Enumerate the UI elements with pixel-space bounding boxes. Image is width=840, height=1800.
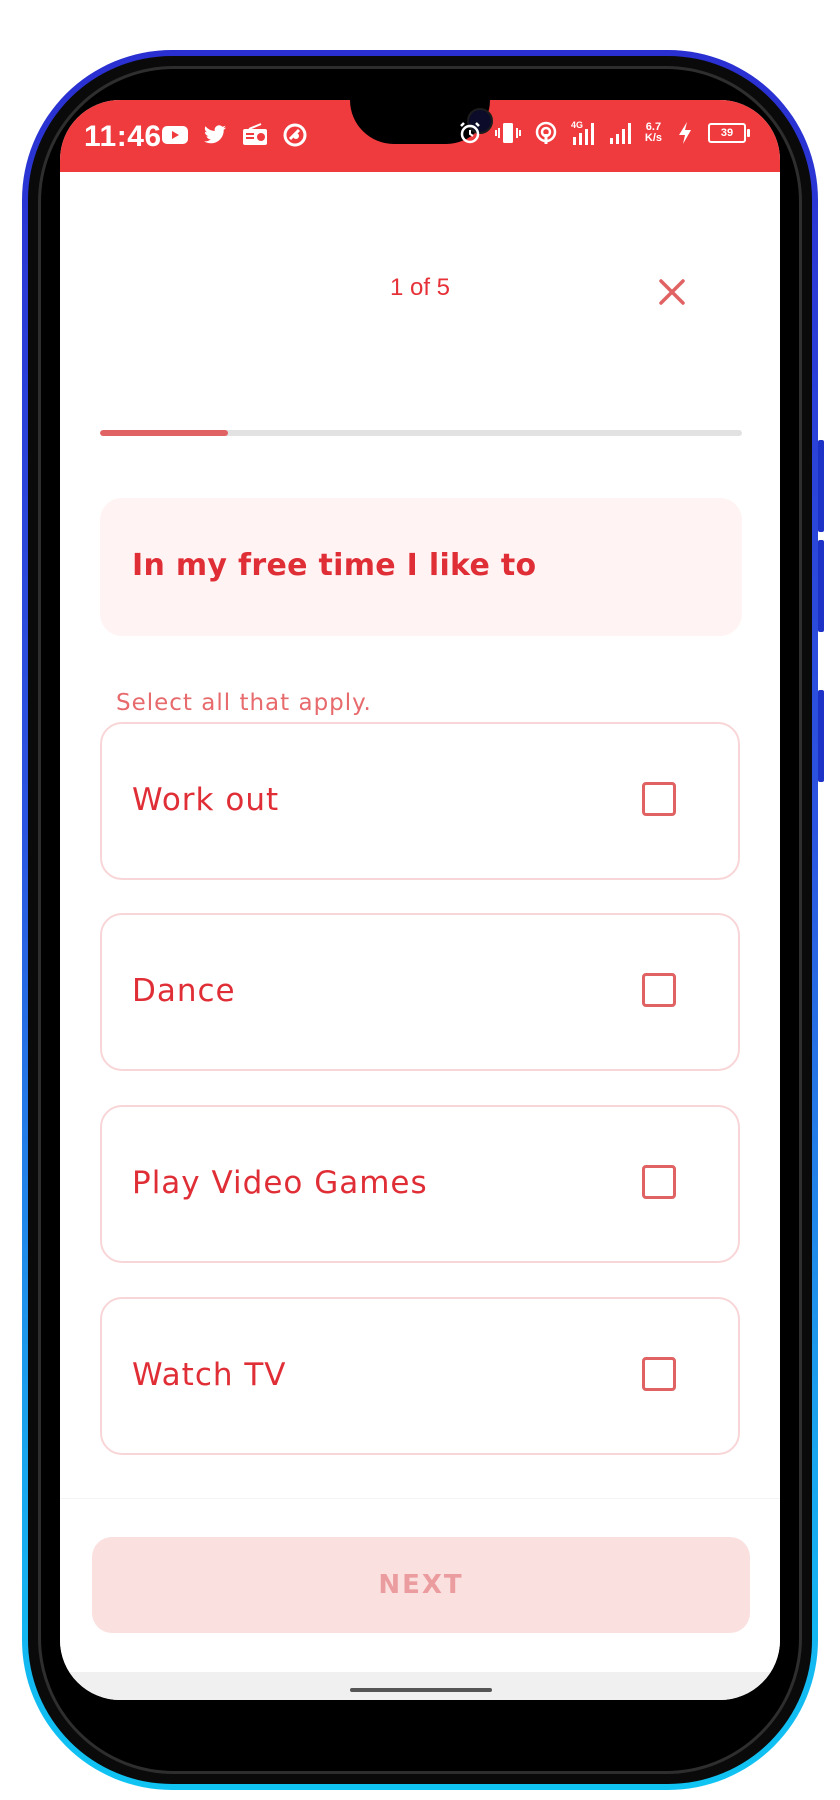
- close-button[interactable]: [652, 274, 692, 314]
- option-label: Play Video Games: [132, 1165, 428, 1201]
- option-label: Work out: [132, 782, 280, 818]
- svg-text:4G: 4G: [571, 120, 583, 130]
- side-button: [818, 690, 824, 782]
- charging-icon: [670, 118, 700, 148]
- option-checkbox[interactable]: [642, 1165, 676, 1199]
- option-checkbox[interactable]: [642, 973, 676, 1007]
- status-bar: 11:46 4G 6.7 K/s 39: [60, 100, 780, 172]
- alarm-icon: [455, 118, 485, 148]
- home-indicator[interactable]: [350, 1688, 492, 1692]
- progress-bar: [100, 430, 742, 436]
- radio-icon: [240, 120, 270, 150]
- hotspot-icon: [531, 118, 561, 148]
- youtube-icon: [160, 120, 190, 150]
- status-time: 11:46: [84, 120, 162, 153]
- notification-icons: [160, 120, 310, 150]
- system-icons: 4G 6.7 K/s 39: [455, 118, 750, 148]
- battery-tip: [747, 129, 750, 137]
- network-speed: 6.7 K/s: [645, 122, 662, 144]
- side-button: [818, 440, 824, 532]
- vibrate-icon: [493, 118, 523, 148]
- next-button[interactable]: NEXT: [92, 1537, 750, 1633]
- twitter-icon: [200, 120, 230, 150]
- gesture-nav-area: [60, 1672, 780, 1700]
- option-label: Dance: [132, 973, 236, 1009]
- signal-icon: [607, 118, 637, 148]
- side-button: [818, 540, 824, 632]
- option-work-out[interactable]: Work out: [100, 722, 740, 880]
- bottom-action-bar: NEXT: [60, 1498, 780, 1673]
- network-speed-unit: K/s: [644, 132, 662, 144]
- option-checkbox[interactable]: [642, 1357, 676, 1391]
- battery-indicator: 39: [708, 123, 750, 143]
- question-card: In my free time I like to: [100, 498, 742, 636]
- question-title: In my free time I like to: [132, 548, 537, 583]
- option-play-video-games[interactable]: Play Video Games: [100, 1105, 740, 1263]
- accessibility-icon: [280, 120, 310, 150]
- selection-hint: Select all that apply.: [116, 690, 372, 716]
- app-screen: 11:46 4G 6.7 K/s 39 1 of 5 In my free ti…: [60, 100, 780, 1700]
- option-dance[interactable]: Dance: [100, 913, 740, 1071]
- signal-4g-icon: 4G: [569, 118, 599, 148]
- progress-fill: [100, 430, 229, 436]
- battery-level: 39: [708, 123, 746, 143]
- option-checkbox[interactable]: [642, 782, 676, 816]
- close-icon: [657, 277, 687, 311]
- option-watch-tv[interactable]: Watch TV: [100, 1297, 740, 1455]
- option-label: Watch TV: [132, 1357, 287, 1393]
